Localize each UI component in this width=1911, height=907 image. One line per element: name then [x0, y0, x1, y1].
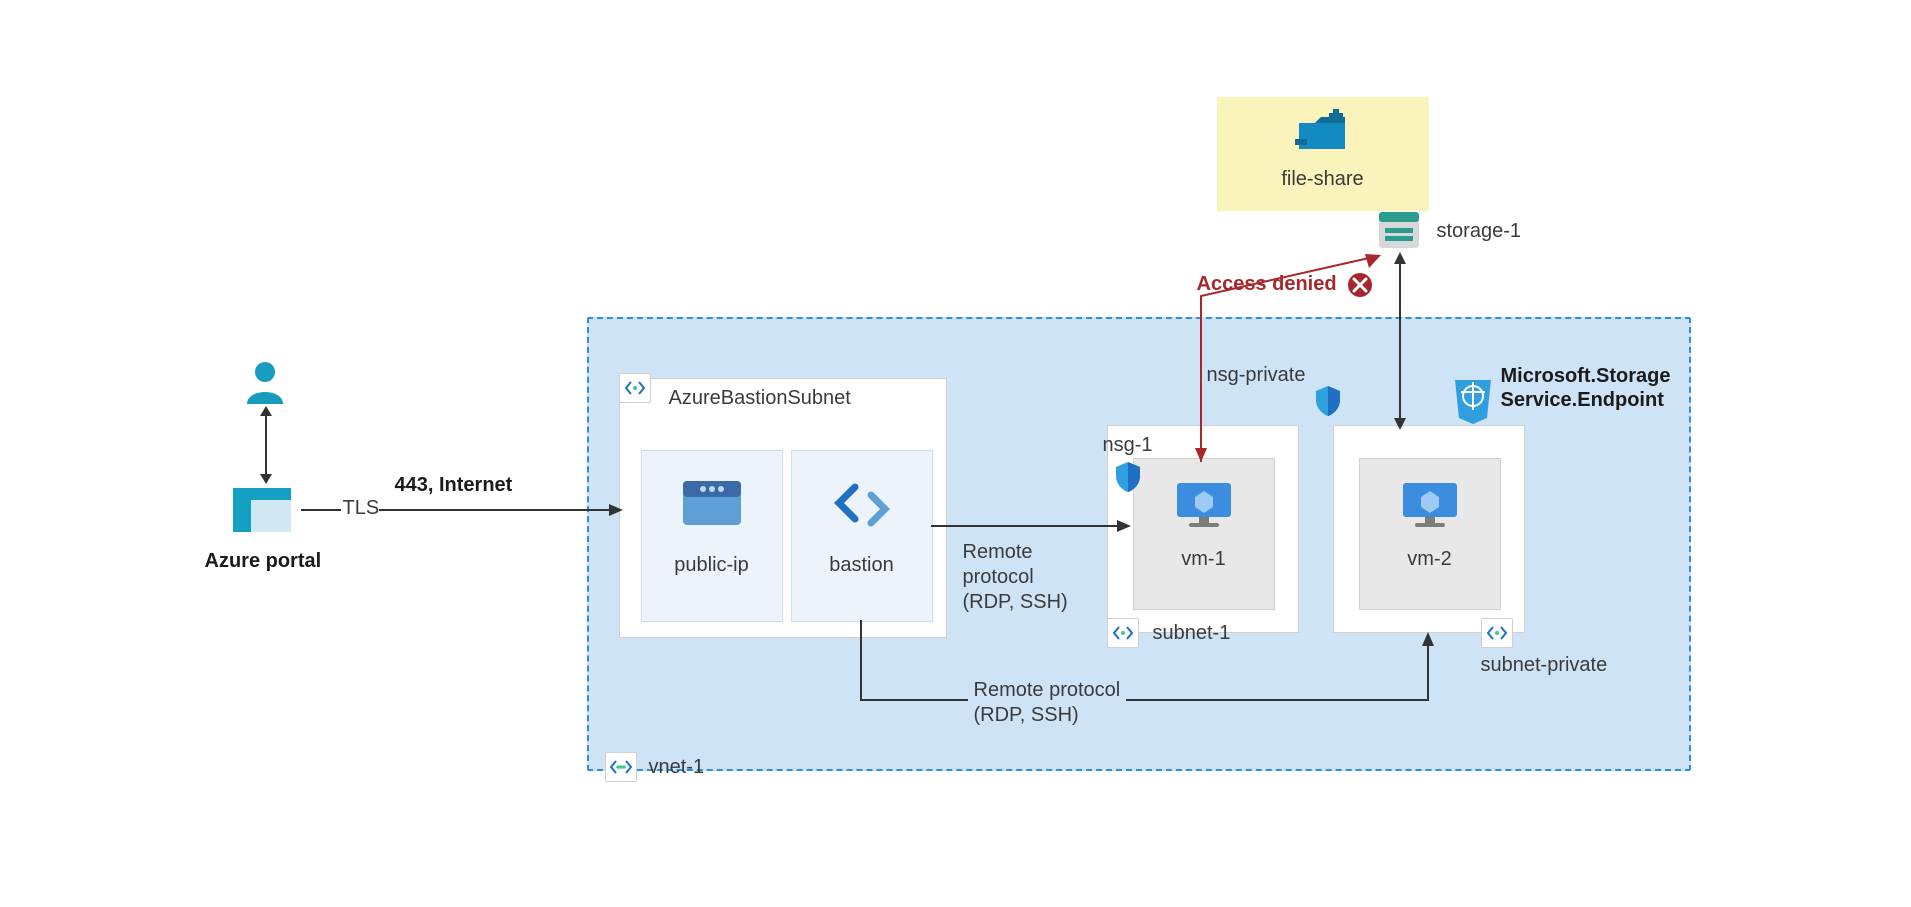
tls-label: TLS: [343, 497, 380, 520]
shield-icon: [1113, 460, 1143, 494]
bastion-subnet-label: AzureBastionSubnet: [669, 387, 851, 410]
remote-protocol-1c: (RDP, SSH): [963, 591, 1068, 613]
storage-label: storage-1: [1437, 220, 1522, 243]
denied-icon: [1347, 272, 1373, 298]
vm-1-box: vm-1: [1133, 458, 1275, 610]
public-ip-box: public-ip: [641, 450, 783, 622]
vm-1-label: vm-1: [1134, 548, 1274, 571]
vm-icon: [1395, 477, 1465, 533]
subnet-1-label: subnet-1: [1153, 622, 1231, 645]
vm2-storage-arrow: [1391, 252, 1409, 430]
azure-portal-label: Azure portal: [205, 550, 322, 573]
vnet-icon: [605, 752, 637, 782]
internet-arrow: [379, 502, 623, 518]
bastion-label: bastion: [792, 554, 932, 577]
subnet-private-label: subnet-private: [1481, 654, 1608, 677]
bastion-icon: [827, 475, 897, 535]
subnet-icon: [1107, 618, 1139, 648]
access-denied-label: Access denied: [1197, 273, 1337, 296]
remote-protocol-2b: (RDP, SSH): [974, 704, 1079, 726]
nsg-1-label: nsg-1: [1103, 434, 1153, 457]
service-endpoint-icon: [1451, 374, 1495, 424]
bastion-vm2-arrow: [858, 620, 1438, 720]
remote-protocol-2a: Remote protocol: [974, 679, 1121, 701]
file-share-icon: [1293, 107, 1353, 157]
portal-tls-line: [301, 509, 341, 511]
internet-label: 443, Internet: [395, 474, 513, 497]
vnet-label: vnet-1: [649, 756, 705, 779]
user-icon: [245, 360, 285, 404]
vm-2-label: vm-2: [1360, 548, 1500, 571]
bastion-vm1-arrow: [931, 518, 1131, 534]
service-endpoint-line2: Service.Endpoint: [1501, 389, 1664, 411]
subnet-icon: [619, 373, 651, 403]
bastion-box: bastion: [791, 450, 933, 622]
user-portal-arrow: [257, 406, 275, 484]
vm-icon: [1169, 477, 1239, 533]
public-ip-icon: [677, 475, 747, 535]
azure-portal-icon: [229, 484, 299, 540]
service-endpoint-line1: Microsoft.Storage: [1501, 365, 1671, 387]
subnet-icon: [1481, 618, 1513, 648]
file-share-label: file-share: [1217, 168, 1429, 191]
remote-protocol-1a: Remote: [963, 541, 1033, 563]
remote-protocol-1b: protocol: [963, 566, 1034, 588]
vm-2-box: vm-2: [1359, 458, 1501, 610]
storage-icon: [1375, 208, 1423, 252]
file-share-box: file-share: [1217, 97, 1429, 211]
public-ip-label: public-ip: [642, 554, 782, 577]
